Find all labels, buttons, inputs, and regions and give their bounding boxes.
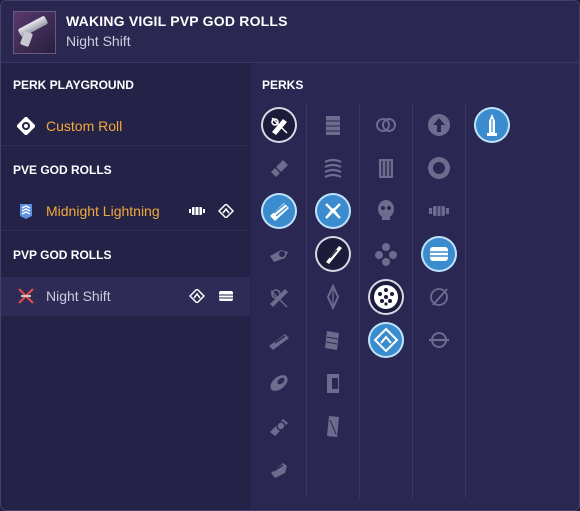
perks-heading: PERKS	[262, 78, 304, 92]
trait-perk-icon	[375, 243, 397, 266]
perks-grid-panel: PERKS	[251, 63, 579, 510]
magazine-perk-icon	[325, 203, 341, 219]
chevron-rank-icon	[20, 204, 32, 219]
roll-item-midnight-lightning[interactable]: Midnight Lightning	[1, 192, 250, 231]
perk-barrel[interactable]	[261, 451, 297, 487]
roll-item-custom-roll[interactable]: Custom Roll	[1, 107, 250, 146]
perk-magazine-selected[interactable]	[315, 193, 351, 229]
perk-magazine-selected-dark[interactable]	[315, 236, 351, 272]
perk-trait-selected[interactable]	[368, 322, 404, 358]
perk-magazine[interactable]	[315, 279, 351, 315]
barrel-perk-icon	[270, 250, 288, 262]
trait-perk-icon	[430, 288, 448, 306]
perk-trait[interactable]	[421, 193, 457, 229]
magazine-perk-icon	[327, 374, 339, 393]
trait-perk-icon	[218, 204, 234, 218]
god-roll-panel: WAKING VIGIL PVP GOD ROLLS Night Shift P…	[0, 0, 580, 511]
perk-barrel[interactable]	[261, 322, 297, 358]
trait-perk-icon	[373, 327, 399, 353]
trait-perk-icon	[430, 247, 448, 261]
target-icon	[17, 117, 35, 135]
perk-barrel-selected[interactable]	[261, 107, 297, 143]
barrel-perk-icon	[270, 375, 288, 391]
section-heading-pve-god-rolls: PVE GOD ROLLS	[13, 163, 112, 177]
perk-magazine[interactable]	[315, 365, 351, 401]
perk-barrel-selected[interactable]	[261, 193, 297, 229]
magazine-perk-icon	[326, 246, 342, 264]
perk-trait[interactable]	[421, 322, 457, 358]
origin-trait-icon	[487, 114, 497, 136]
roll-item-label: Midnight Lightning	[46, 203, 160, 219]
perk-masterwork-selected[interactable]	[474, 107, 510, 143]
crossed-swords-icon	[18, 288, 34, 304]
barrel-perk-icon	[270, 203, 289, 221]
section-heading-perk-playground: PERK PLAYGROUND	[13, 78, 134, 92]
trait-perk-icon	[376, 118, 396, 132]
barrel-perk-icon	[271, 463, 287, 478]
trait-perk-icon	[429, 206, 449, 216]
roll-item-label: Night Shift	[46, 288, 111, 304]
magazine-perk-icon	[326, 116, 340, 135]
perk-magazine[interactable]	[315, 408, 351, 444]
perk-barrel[interactable]	[261, 408, 297, 444]
perk-trait-selected-dark[interactable]	[368, 279, 404, 315]
perk-trait[interactable]	[368, 236, 404, 272]
trait-perk-icon	[379, 159, 393, 178]
magazine-perk-icon	[325, 331, 339, 350]
perk-barrel[interactable]	[261, 150, 297, 186]
weapon-header: WAKING VIGIL PVP GOD ROLLS Night Shift	[1, 1, 579, 63]
magazine-perk-icon	[327, 416, 339, 437]
target-ring-icon	[428, 157, 450, 179]
perk-trait-selected[interactable]	[421, 236, 457, 272]
barrel-perk-icon	[270, 419, 288, 436]
perk-trait[interactable]	[368, 107, 404, 143]
perk-trait[interactable]	[421, 279, 457, 315]
arrow-up-circle-icon	[428, 114, 450, 136]
perk-trait[interactable]	[421, 107, 457, 143]
roll-item-night-shift[interactable]: Night Shift	[1, 277, 250, 316]
perk-trait[interactable]	[421, 150, 457, 186]
perk-trait[interactable]	[368, 150, 404, 186]
roll-item-label: Custom Roll	[46, 118, 123, 134]
magazine-perk-icon	[324, 158, 342, 178]
weapon-icon	[13, 11, 56, 54]
perk-barrel[interactable]	[261, 236, 297, 272]
perk-magazine[interactable]	[315, 107, 351, 143]
magazine-perk-icon	[326, 283, 340, 311]
roll-list: PERK PLAYGROUND Custom Roll PVE GOD ROLL…	[1, 63, 250, 510]
barrel-perk-icon	[270, 289, 288, 308]
barrel-perk-icon	[271, 117, 288, 135]
magazine-perk-icon	[189, 207, 205, 215]
weapon-title: WAKING VIGIL PVP GOD ROLLS	[66, 13, 288, 29]
perk-magazine[interactable]	[315, 150, 351, 186]
trait-perk-icon	[374, 285, 398, 309]
trait-perk-icon	[429, 332, 449, 348]
barrel-perk-icon	[271, 160, 288, 177]
perk-barrel[interactable]	[261, 365, 297, 401]
perk-trait[interactable]	[368, 193, 404, 229]
barrel-perk-icon	[269, 334, 289, 350]
skull-icon	[378, 200, 394, 220]
magazine-perk-icon	[219, 291, 233, 301]
perk-barrel[interactable]	[261, 279, 297, 315]
perk-magazine[interactable]	[315, 322, 351, 358]
roll-name: Night Shift	[66, 33, 131, 49]
section-heading-pvp-god-rolls: PVP GOD ROLLS	[13, 248, 112, 262]
trait-perk-icon	[189, 289, 205, 303]
